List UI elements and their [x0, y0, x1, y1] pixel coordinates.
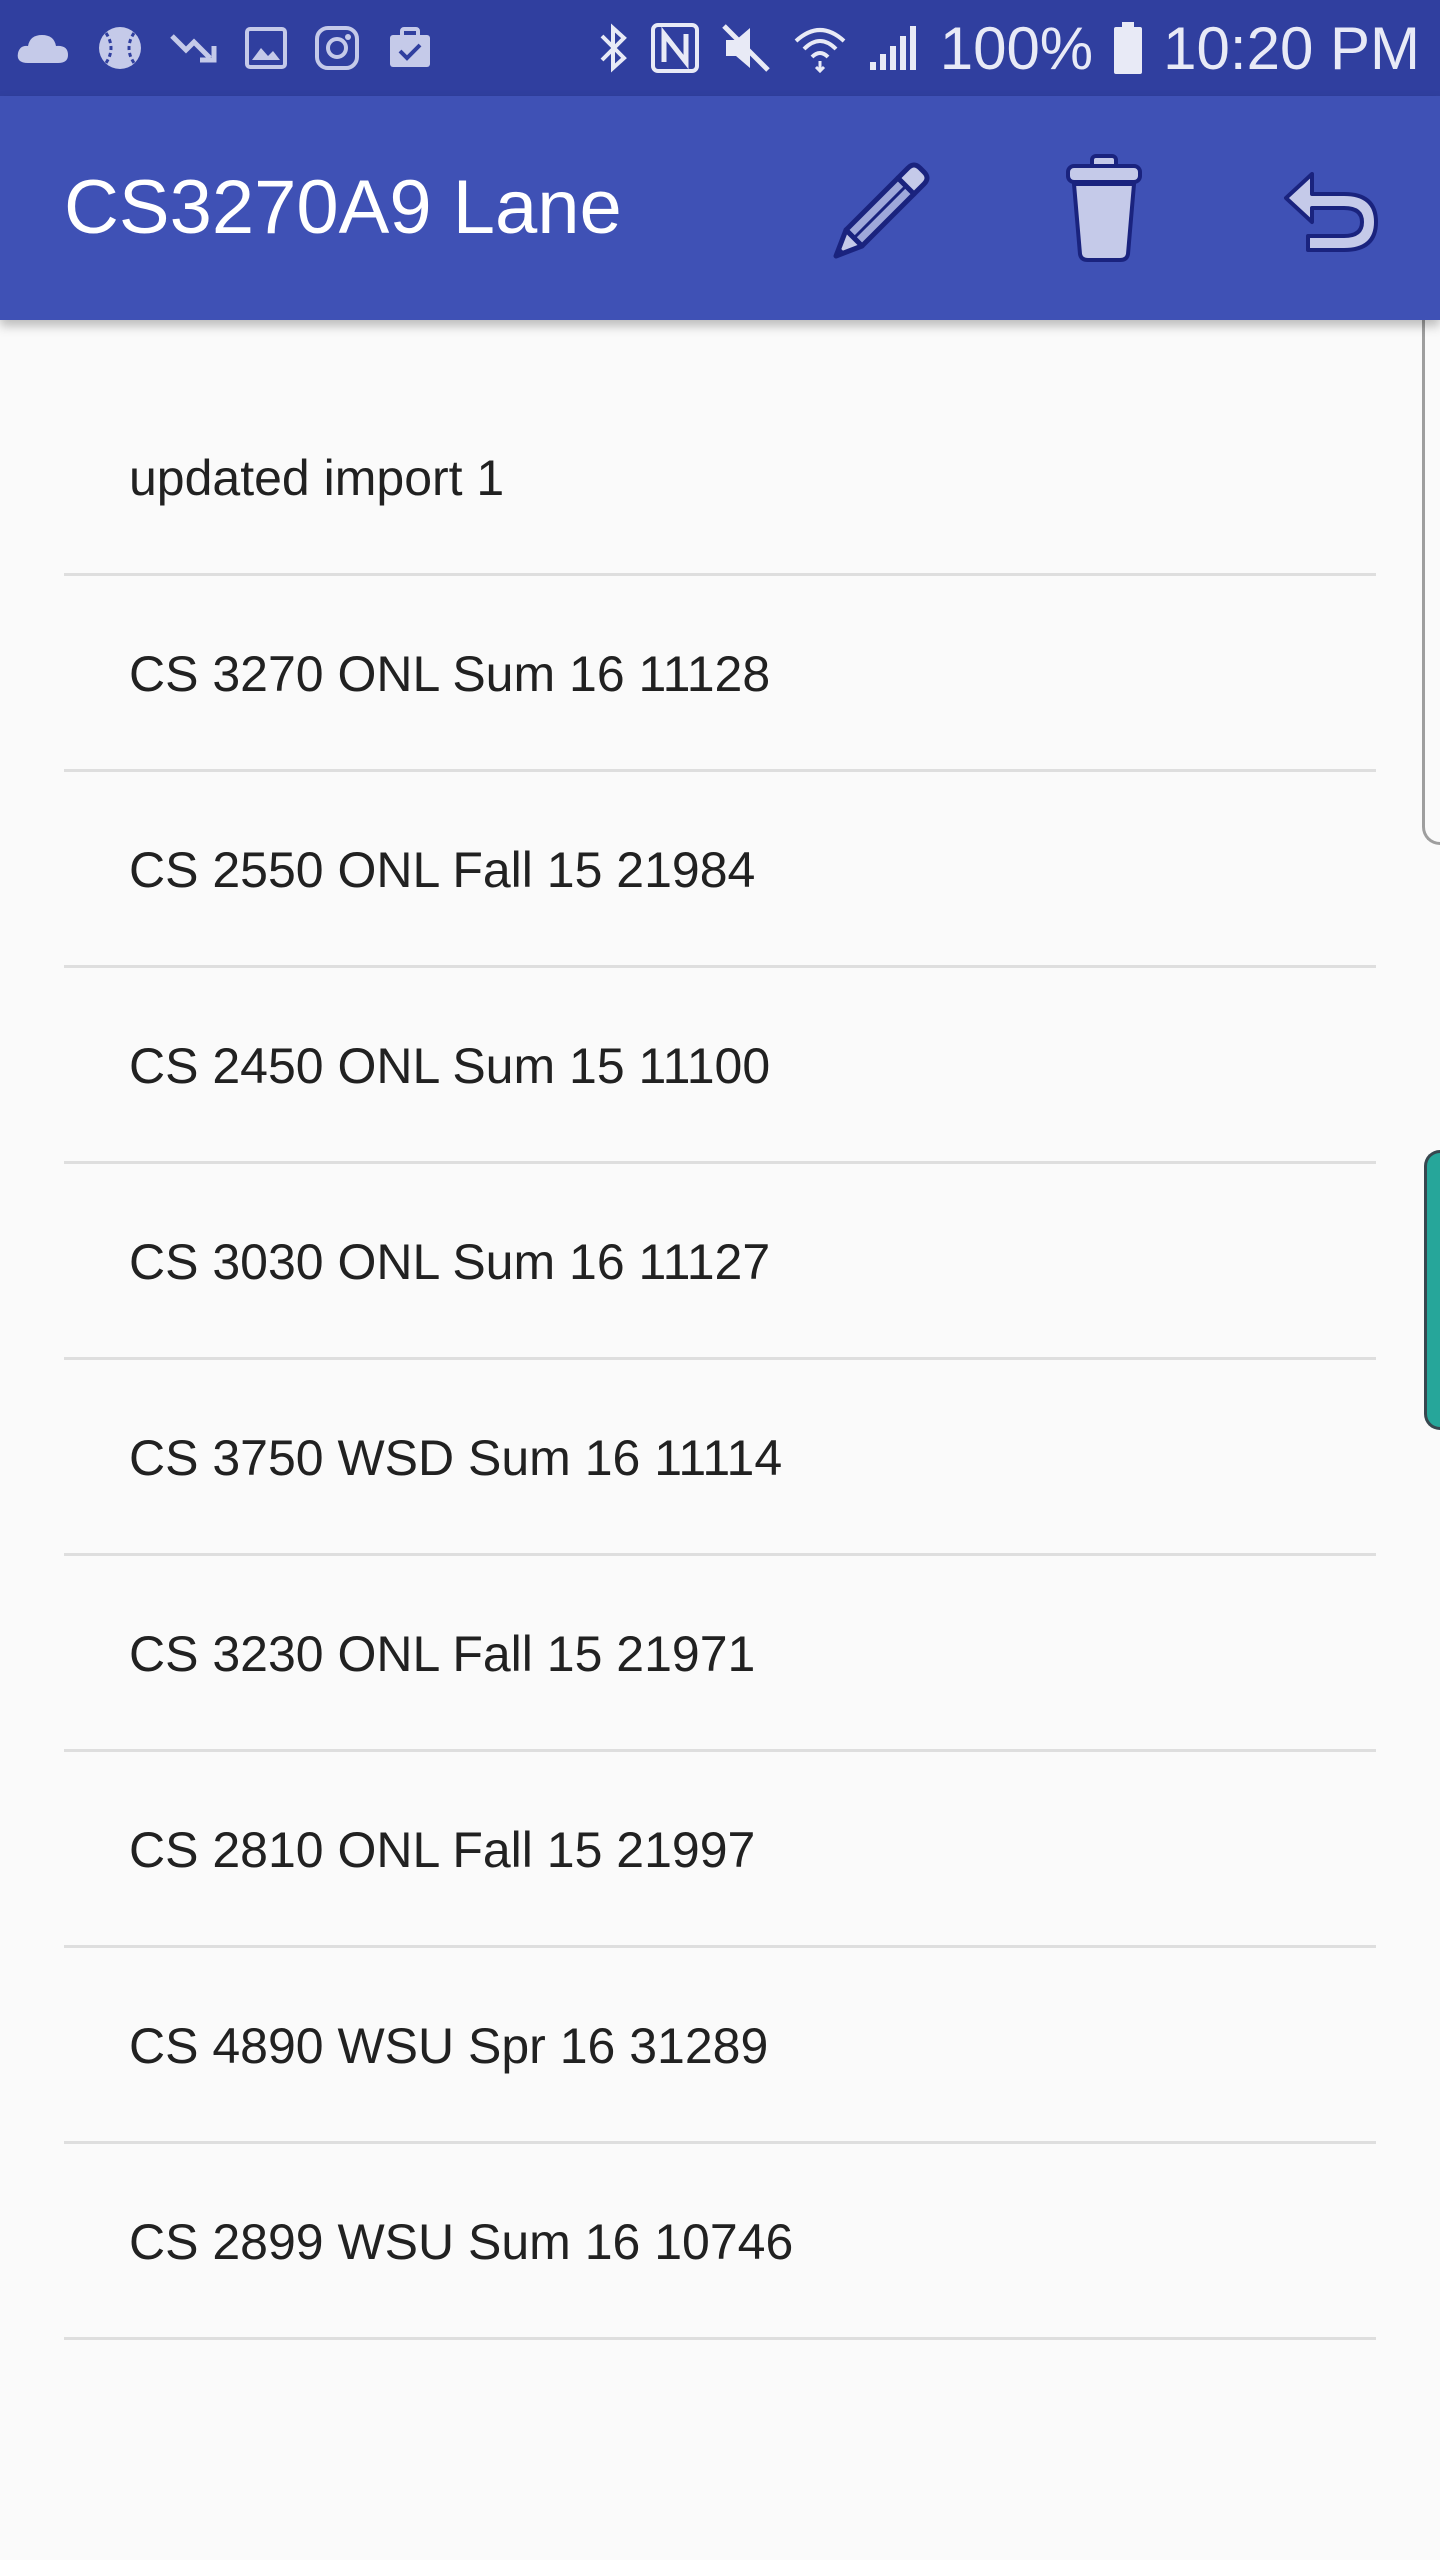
list-item-label: updated import 1	[129, 450, 505, 506]
delete-button[interactable]	[1044, 148, 1164, 268]
list-item[interactable]: CS 2450 ONL Sum 15 11100	[64, 968, 1376, 1164]
list-item[interactable]: CS 3230 ONL Fall 15 21971	[64, 1556, 1376, 1752]
clock: 10:20 PM	[1163, 14, 1420, 82]
app-bar: CS3270A9 Lane	[0, 96, 1440, 320]
list-item[interactable]: CS 2899 WSU Sum 16 10746	[64, 2144, 1376, 2340]
list-item-label: CS 3750 WSD Sum 16 11114	[129, 1430, 783, 1486]
undo-button[interactable]	[1270, 148, 1390, 268]
list-item-label: CS 3270 ONL Sum 16 11128	[129, 646, 771, 702]
list-item-label: CS 2550 ONL Fall 15 21984	[129, 842, 756, 898]
bluetooth-icon	[600, 23, 627, 73]
list-item[interactable]: updated import 1	[64, 380, 1376, 576]
list-item-label: CS 2899 WSU Sum 16 10746	[129, 2214, 794, 2270]
mute-icon	[721, 24, 770, 72]
course-list: updated import 1 CS 3270 ONL Sum 16 1112…	[64, 380, 1376, 2340]
list-item[interactable]: CS 2810 ONL Fall 15 21997	[64, 1752, 1376, 1948]
list-item[interactable]: CS 3030 ONL Sum 16 11127	[64, 1164, 1376, 1360]
trending-down-icon	[170, 34, 217, 63]
wifi-icon	[794, 28, 846, 73]
baseball-icon	[99, 27, 141, 69]
cloud-icon	[17, 35, 68, 63]
list-item-label: CS 4890 WSU Spr 16 31289	[129, 2018, 769, 2074]
page-title: CS3270A9 Lane	[64, 165, 622, 250]
pencil-icon	[833, 162, 930, 259]
list-item[interactable]: CS 4890 WSU Spr 16 31289	[64, 1948, 1376, 2144]
trash-icon	[1066, 154, 1142, 262]
nfc-icon	[650, 23, 699, 73]
list-item-label: CS 2450 ONL Sum 15 11100	[129, 1038, 771, 1094]
list-item-label: CS 3230 ONL Fall 15 21971	[129, 1626, 756, 1682]
battery-icon	[1114, 22, 1143, 74]
signal-icon	[869, 26, 916, 70]
undo-icon	[1284, 172, 1378, 252]
list-item-label: CS 3030 ONL Sum 16 11127	[129, 1234, 771, 1290]
instagram-icon	[315, 26, 359, 70]
edge-panel-handle[interactable]	[1424, 1150, 1440, 1430]
list-item-label: CS 2810 ONL Fall 15 21997	[129, 1822, 756, 1878]
status-bar: 100% 10:20 PM	[0, 0, 1440, 96]
system-icons: 100% 10:20 PM	[598, 14, 1420, 83]
list-item[interactable]: CS 3270 ONL Sum 16 11128	[64, 576, 1376, 772]
list-item[interactable]: CS 2550 ONL Fall 15 21984	[64, 772, 1376, 968]
notification-icons	[16, 24, 434, 72]
list-item[interactable]: CS 3750 WSD Sum 16 11114	[64, 1360, 1376, 1556]
battery-percent: 100%	[939, 14, 1094, 82]
edge-panel-outline	[1422, 255, 1440, 845]
edit-button[interactable]	[820, 148, 940, 268]
image-icon	[245, 27, 287, 69]
clipboard-check-icon	[390, 27, 430, 67]
